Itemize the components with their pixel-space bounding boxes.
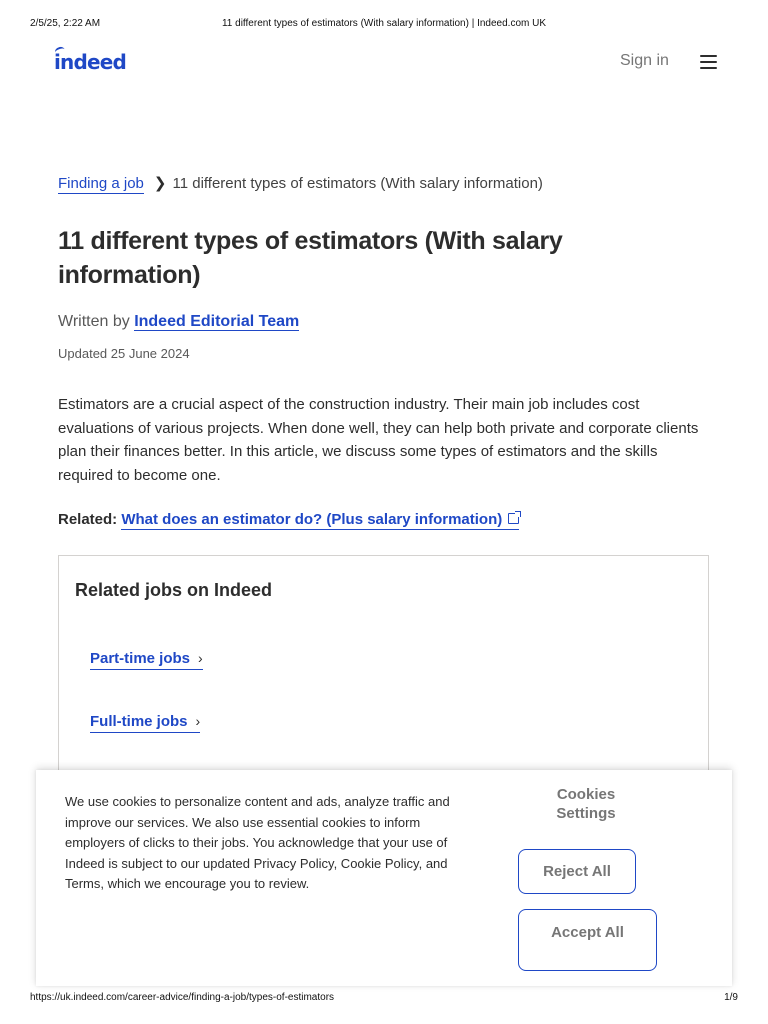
related-jobs-box: Related jobs on Indeed Part-time jobs › F… [58, 555, 709, 785]
chevron-right-icon: ❯ [153, 175, 167, 192]
breadcrumb-current: 11 different types of estimators (With s… [172, 175, 543, 192]
written-by-prefix: Written by [58, 313, 130, 330]
chevron-right-icon: › [195, 713, 201, 729]
related-jobs-heading: Related jobs on Indeed [75, 580, 273, 600]
reject-all-button[interactable]: Reject All [518, 849, 636, 894]
updated-date: Updated 25 June 2024 [58, 346, 190, 361]
article-intro: Estimators are a crucial aspect of the c… [58, 396, 699, 484]
print-url: https://uk.indeed.com/career-advice/find… [30, 992, 335, 1003]
job-link-label: Full-time jobs [90, 713, 188, 730]
chevron-right-icon: › [198, 650, 203, 666]
breadcrumb: Finding a job ❯ 11 different types of esti… [58, 174, 738, 194]
article-title: 11 different types of estimators (With s… [58, 227, 563, 289]
full-time-jobs-link[interactable]: Full-time jobs › [90, 713, 201, 733]
sign-in-link[interactable]: Sign in [620, 52, 669, 70]
related-article-link[interactable]: What does an estimator do? (Plus salary … [121, 511, 522, 530]
cookie-text: We use cookies to personalize content an… [65, 794, 450, 891]
related-label: Related: [58, 511, 118, 528]
print-header: 2/5/25, 2:22 AM 11 different types of es… [0, 18, 768, 32]
cookie-banner: We use cookies to personalize content an… [36, 770, 732, 986]
indeed-logo[interactable]: indeed [54, 45, 127, 74]
byline: Written by Indeed Editorial Team [58, 313, 300, 331]
part-time-jobs-link[interactable]: Part-time jobs › [90, 650, 203, 670]
breadcrumb-finding-a-job[interactable]: Finding a job [58, 175, 144, 194]
job-link-label: Part-time jobs [90, 650, 191, 667]
cookies-settings-button[interactable]: Cookies Settings [542, 784, 630, 824]
site-header: indeed Sign in [0, 44, 768, 84]
related-link-text: What does an estimator do? (Plus salary … [121, 511, 503, 528]
print-page-title: 11 different types of estimators (With s… [221, 18, 547, 29]
external-link-icon [508, 511, 522, 524]
related-article: Related: What does an estimator do? (Plu… [58, 511, 522, 530]
print-page-number: 1/9 [724, 992, 738, 1003]
print-footer: https://uk.indeed.com/career-advice/find… [0, 992, 768, 1006]
author-link[interactable]: Indeed Editorial Team [134, 313, 300, 331]
hamburger-menu-icon[interactable] [700, 55, 717, 69]
accept-all-button[interactable]: Accept All [518, 909, 657, 971]
